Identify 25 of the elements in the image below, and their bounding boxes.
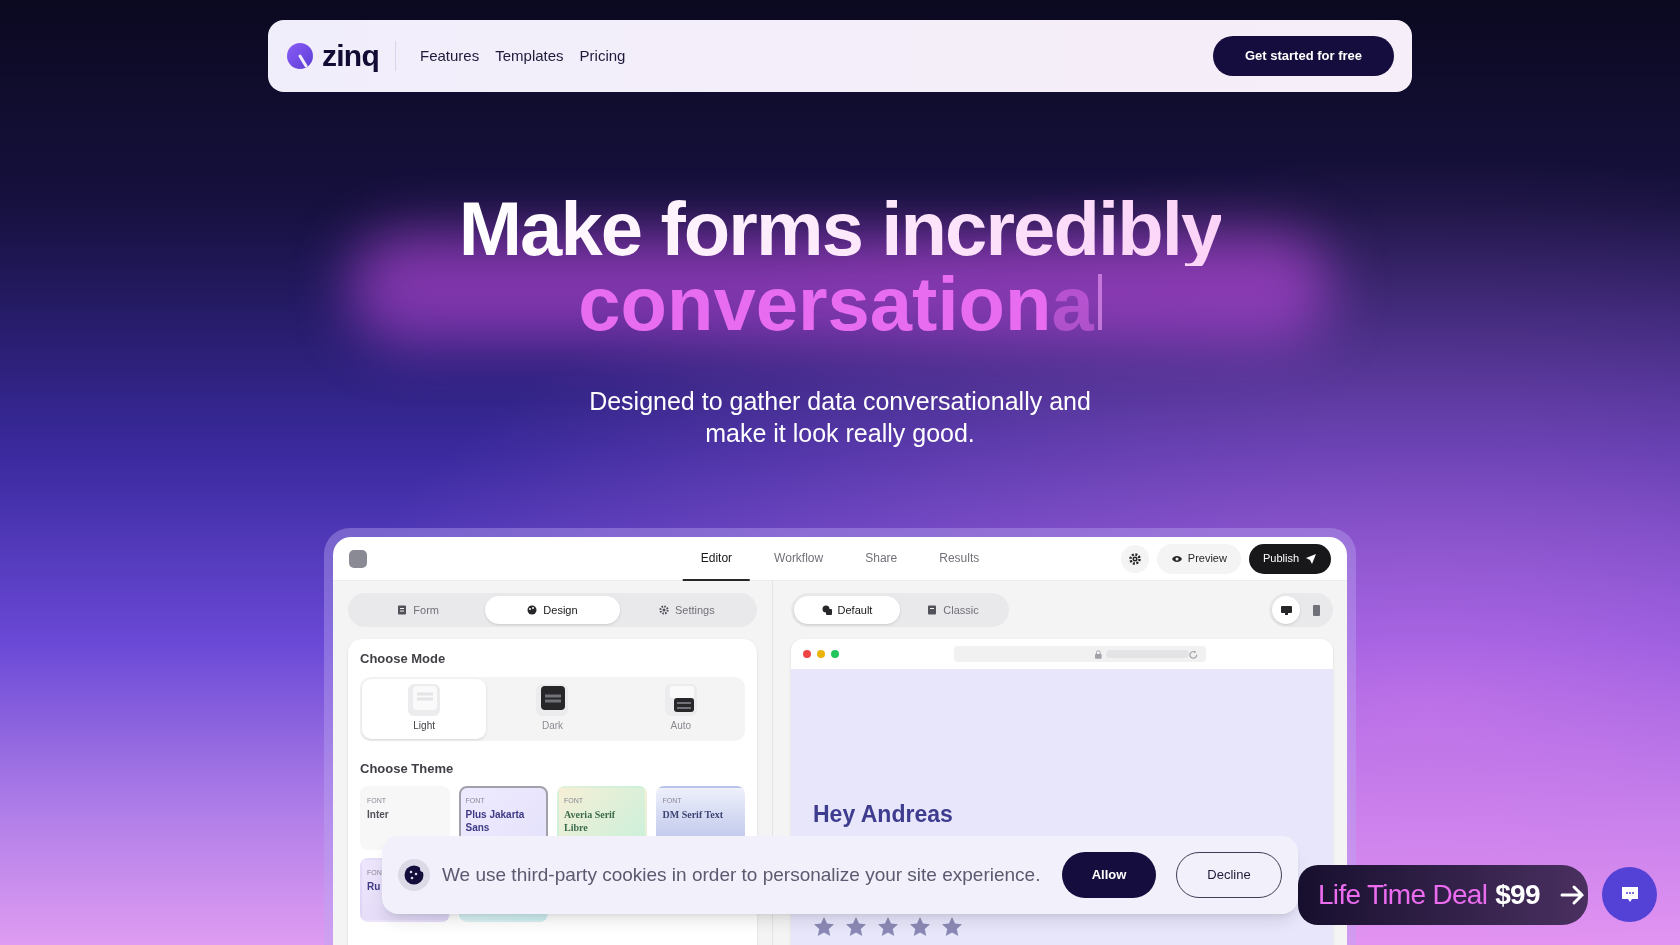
segment-tab[interactable]: Classic xyxy=(900,596,1006,624)
headline-fading-letter: a xyxy=(1051,266,1094,342)
nav-link[interactable]: Features xyxy=(420,44,480,68)
allow-button[interactable]: Allow xyxy=(1062,852,1156,898)
editor-tab[interactable]: Share xyxy=(847,537,916,581)
cta-button[interactable]: Get started for free xyxy=(1212,36,1394,76)
editor-tab[interactable]: Workflow xyxy=(756,537,842,581)
nav-link[interactable]: Templates xyxy=(495,44,564,68)
segment-tab[interactable]: Settings xyxy=(619,596,754,624)
segment-tab[interactable]: Design xyxy=(485,596,620,624)
segment-tab[interactable]: Form xyxy=(351,596,486,624)
brand-name[interactable]: zinq xyxy=(322,41,379,71)
cookie-message: We use third-party cookies in order to personalize your site experience. xyxy=(442,862,1041,887)
preview-button[interactable]: Preview xyxy=(1156,543,1241,574)
deal-button[interactable]: Life Time Deal $99 xyxy=(1298,865,1588,925)
hero-subtitle: Designed to gather data conversationally and make it look really good. xyxy=(588,386,1092,449)
mode-option[interactable]: Light xyxy=(362,678,487,739)
nav-link[interactable]: Pricing xyxy=(579,44,626,68)
segment-tab[interactable]: Default xyxy=(794,596,900,624)
section-title: Choose Mode xyxy=(360,650,447,668)
greeting-text: Hey Andreas xyxy=(813,800,954,829)
editor-tab[interactable]: Results xyxy=(921,537,998,581)
section-title: Choose Theme xyxy=(360,759,455,778)
headline-typed-text: conversation xyxy=(578,266,1052,342)
publish-button[interactable]: Publish xyxy=(1248,543,1331,574)
